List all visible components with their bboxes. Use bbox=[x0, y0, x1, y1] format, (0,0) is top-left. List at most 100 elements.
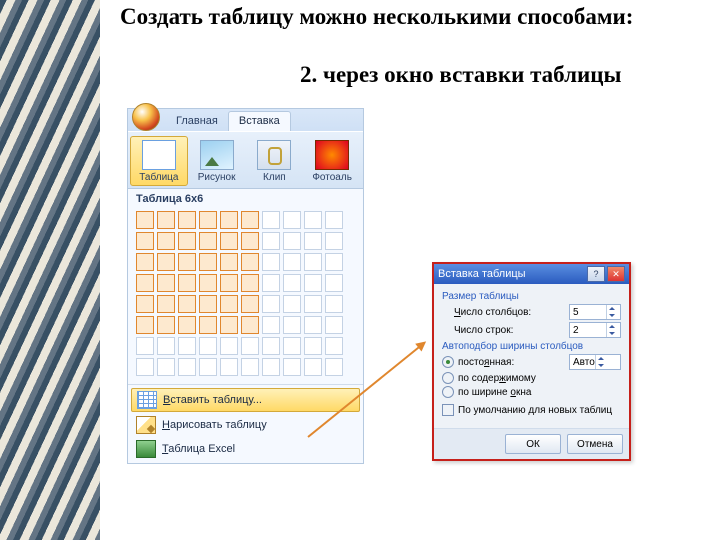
grid-cell[interactable] bbox=[262, 274, 280, 292]
grid-cell[interactable] bbox=[283, 337, 301, 355]
grid-cell[interactable] bbox=[220, 274, 238, 292]
help-button[interactable]: ? bbox=[587, 266, 605, 282]
grid-cell[interactable] bbox=[325, 337, 343, 355]
grid-cell[interactable] bbox=[283, 253, 301, 271]
grid-cell[interactable] bbox=[241, 211, 259, 229]
photoalbum-button[interactable]: Фотоаль bbox=[303, 136, 361, 186]
grid-cell[interactable] bbox=[220, 295, 238, 313]
grid-cell[interactable] bbox=[262, 316, 280, 334]
grid-cell[interactable] bbox=[199, 232, 217, 250]
menu-draw-table[interactable]: Нарисовать таблицу bbox=[128, 413, 363, 437]
grid-cell[interactable] bbox=[262, 253, 280, 271]
grid-cell[interactable] bbox=[157, 337, 175, 355]
grid-cell[interactable] bbox=[178, 232, 196, 250]
grid-cell[interactable] bbox=[136, 274, 154, 292]
fixed-width-combo[interactable]: Авто bbox=[569, 354, 621, 370]
table-button[interactable]: Таблица bbox=[130, 136, 188, 186]
grid-cell[interactable] bbox=[283, 274, 301, 292]
grid-cell[interactable] bbox=[157, 211, 175, 229]
grid-cell[interactable] bbox=[178, 211, 196, 229]
grid-cell[interactable] bbox=[304, 295, 322, 313]
grid-cell[interactable] bbox=[262, 232, 280, 250]
grid-cell[interactable] bbox=[283, 232, 301, 250]
grid-cell[interactable] bbox=[304, 358, 322, 376]
cancel-button[interactable]: Отмена bbox=[567, 434, 623, 454]
cols-spinner[interactable]: 5 bbox=[569, 304, 621, 320]
grid-cell[interactable] bbox=[157, 232, 175, 250]
grid-selector[interactable] bbox=[128, 207, 363, 384]
rows-spinner[interactable]: 2 bbox=[569, 322, 621, 338]
grid-cell[interactable] bbox=[136, 358, 154, 376]
grid-cell[interactable] bbox=[241, 232, 259, 250]
grid-cell[interactable] bbox=[220, 337, 238, 355]
grid-cell[interactable] bbox=[136, 211, 154, 229]
grid-cell[interactable] bbox=[157, 316, 175, 334]
grid-cell[interactable] bbox=[199, 358, 217, 376]
grid-cell[interactable] bbox=[304, 232, 322, 250]
grid-cell[interactable] bbox=[178, 295, 196, 313]
grid-cell[interactable] bbox=[325, 274, 343, 292]
grid-cell[interactable] bbox=[136, 253, 154, 271]
grid-cell[interactable] bbox=[262, 295, 280, 313]
close-button[interactable]: ✕ bbox=[607, 266, 625, 282]
grid-cell[interactable] bbox=[178, 337, 196, 355]
grid-cell[interactable] bbox=[304, 211, 322, 229]
grid-cell[interactable] bbox=[241, 253, 259, 271]
grid-cell[interactable] bbox=[220, 253, 238, 271]
grid-cell[interactable] bbox=[199, 295, 217, 313]
grid-cell[interactable] bbox=[325, 253, 343, 271]
cols-spinner-arrows[interactable] bbox=[606, 305, 617, 319]
grid-cell[interactable] bbox=[325, 316, 343, 334]
tab-home[interactable]: Главная bbox=[166, 112, 228, 131]
grid-cell[interactable] bbox=[178, 358, 196, 376]
grid-cell[interactable] bbox=[220, 316, 238, 334]
grid-cell[interactable] bbox=[283, 211, 301, 229]
radio-window[interactable] bbox=[442, 386, 454, 398]
radio-fixed[interactable] bbox=[442, 356, 454, 368]
remember-checkbox[interactable] bbox=[442, 404, 454, 416]
clip-button[interactable]: Клип bbox=[246, 136, 304, 186]
grid-cell[interactable] bbox=[304, 337, 322, 355]
grid-cell[interactable] bbox=[199, 274, 217, 292]
grid-cell[interactable] bbox=[241, 337, 259, 355]
office-button[interactable] bbox=[132, 103, 160, 131]
grid-cell[interactable] bbox=[262, 211, 280, 229]
grid-cell[interactable] bbox=[241, 358, 259, 376]
picture-button[interactable]: Рисунок bbox=[188, 136, 246, 186]
grid-cell[interactable] bbox=[136, 232, 154, 250]
grid-cell[interactable] bbox=[241, 295, 259, 313]
grid-cell[interactable] bbox=[220, 358, 238, 376]
ok-button[interactable]: ОК bbox=[505, 434, 561, 454]
rows-spinner-arrows[interactable] bbox=[606, 323, 617, 337]
grid-cell[interactable] bbox=[157, 295, 175, 313]
grid-cell[interactable] bbox=[199, 211, 217, 229]
grid-cell[interactable] bbox=[136, 316, 154, 334]
grid-cell[interactable] bbox=[199, 316, 217, 334]
grid-cell[interactable] bbox=[304, 316, 322, 334]
grid-cell[interactable] bbox=[178, 316, 196, 334]
grid-cell[interactable] bbox=[220, 232, 238, 250]
grid-cell[interactable] bbox=[241, 316, 259, 334]
grid-cell[interactable] bbox=[262, 358, 280, 376]
grid-cell[interactable] bbox=[283, 316, 301, 334]
grid-cell[interactable] bbox=[178, 253, 196, 271]
grid-cell[interactable] bbox=[178, 274, 196, 292]
grid-cell[interactable] bbox=[283, 295, 301, 313]
grid-cell[interactable] bbox=[325, 232, 343, 250]
grid-cell[interactable] bbox=[325, 295, 343, 313]
menu-excel-table[interactable]: Таблица Excel bbox=[128, 437, 363, 461]
grid-cell[interactable] bbox=[136, 295, 154, 313]
grid-cell[interactable] bbox=[283, 358, 301, 376]
radio-content[interactable] bbox=[442, 372, 454, 384]
grid-cell[interactable] bbox=[304, 274, 322, 292]
grid-cell[interactable] bbox=[241, 274, 259, 292]
grid-cell[interactable] bbox=[136, 337, 154, 355]
tab-insert[interactable]: Вставка bbox=[228, 111, 291, 131]
grid-cell[interactable] bbox=[199, 253, 217, 271]
grid-cell[interactable] bbox=[157, 358, 175, 376]
grid-cell[interactable] bbox=[325, 358, 343, 376]
grid-cell[interactable] bbox=[262, 337, 280, 355]
menu-insert-table[interactable]: Вставить таблицу... bbox=[131, 388, 360, 412]
grid-cell[interactable] bbox=[220, 211, 238, 229]
grid-cell[interactable] bbox=[157, 274, 175, 292]
